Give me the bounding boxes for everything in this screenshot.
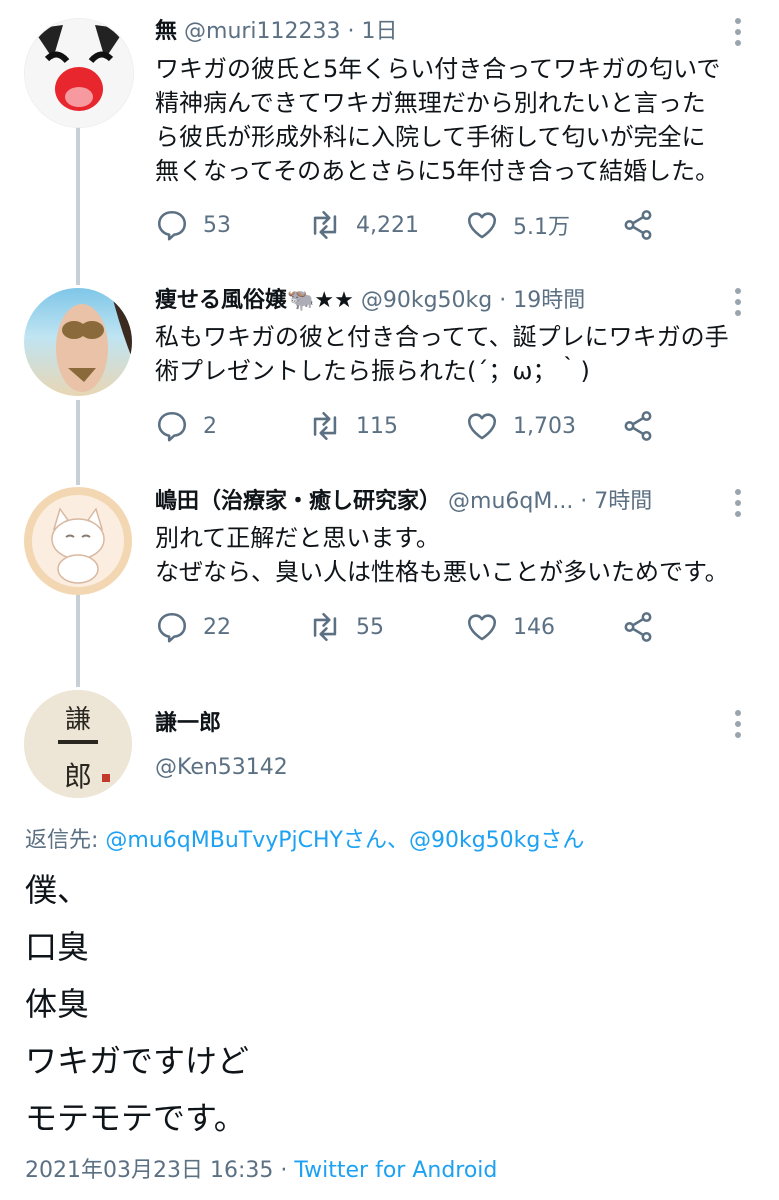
tweet-text-line: 私もワキガの彼と付き合ってて、誕プレにワキガの手	[155, 323, 729, 351]
share-button[interactable]	[621, 205, 655, 245]
tweet-header: 嶋田（治療家・癒し研究家） @mu6qM... · 7時間	[155, 487, 652, 517]
client-link[interactable]: Twitter for Android	[294, 1158, 497, 1183]
like-icon	[467, 413, 497, 440]
tweet-time[interactable]: 19時間	[513, 288, 585, 313]
retweet-count: 115	[356, 413, 398, 439]
tweet-actions: 53 4,221 5.1万	[155, 205, 675, 245]
share-button[interactable]	[621, 607, 655, 647]
main-tweet-line: 口臭	[25, 928, 90, 966]
retweet-button[interactable]: 115	[308, 406, 398, 446]
separator: ·	[340, 19, 362, 44]
avatar[interactable]	[24, 288, 132, 396]
reply-button[interactable]: 2	[155, 406, 217, 446]
retweet-icon	[313, 612, 337, 642]
share-icon	[624, 210, 652, 240]
like-count: 1,703	[513, 413, 576, 439]
main-tweet-line: 僕、	[25, 871, 90, 909]
share-icon	[624, 612, 652, 642]
more-icon[interactable]	[733, 710, 743, 743]
like-count: 146	[513, 614, 555, 640]
tweet-text-line: なぜなら、臭い人は性格も悪いことが多いためです。	[155, 558, 729, 586]
tweet-text-line: ら彼氏が形成外科に入院して手術して匂いが完全に	[155, 123, 706, 151]
reply-to-label: 返信先:	[25, 828, 106, 853]
tweet-actions: 22 55 146	[155, 607, 675, 647]
reply-icon	[157, 411, 187, 442]
share-button[interactable]	[621, 406, 655, 446]
like-icon	[467, 212, 497, 239]
separator: ·	[492, 288, 514, 313]
display-name[interactable]: 謙一郎	[155, 705, 221, 737]
reply-button[interactable]: 53	[155, 205, 231, 245]
thread-line	[76, 400, 80, 485]
reply-to: 返信先: @mu6qMBuTvyPjCHYさん、@90kg50kgさん	[25, 822, 584, 854]
user-handle[interactable]: @mu6qM...	[448, 489, 573, 514]
display-name[interactable]: 嶋田（治療家・癒し研究家）	[155, 489, 441, 514]
reply-count: 53	[203, 212, 231, 238]
reply-button[interactable]: 22	[155, 607, 231, 647]
svg-text:郎: 郎	[64, 760, 92, 793]
main-tweet-line: 体臭	[25, 985, 90, 1023]
tweet-text: 私もワキガの彼と付き合ってて、誕プレにワキガの手 術プレゼントしたら振られた(´…	[155, 320, 729, 388]
like-count: 5.1万	[513, 215, 570, 240]
tweet-text: ワキガの彼氏と5年くらい付き合ってワキガの匂いで 精神病んできてワキガ無理だから…	[155, 52, 720, 188]
tweet-time[interactable]: 1日	[362, 19, 398, 44]
retweet-count: 4,221	[356, 212, 419, 238]
avatar[interactable]: 謙 郎	[24, 690, 132, 798]
tweet-text-line: 別れて正解だと思います。	[155, 524, 440, 552]
retweet-icon	[313, 210, 337, 240]
like-button[interactable]: 146	[465, 607, 555, 647]
tweet-text: 別れて正解だと思います。 なぜなら、臭い人は性格も悪いことが多いためです。	[155, 521, 729, 589]
share-icon	[624, 411, 652, 441]
more-icon[interactable]	[733, 18, 743, 51]
more-icon[interactable]	[733, 288, 743, 321]
user-handle[interactable]: @90kg50kg	[361, 288, 492, 313]
main-tweet-line: ワキガですけど	[25, 1042, 250, 1080]
reply-icon	[157, 210, 187, 241]
retweet-button[interactable]: 55	[308, 607, 384, 647]
reply-icon	[157, 612, 187, 643]
tweet-header: 痩せる風俗嬢🐃★★ @90kg50kg · 19時間	[155, 286, 585, 316]
reply-count: 2	[203, 413, 217, 439]
tweet-actions: 2 115 1,703	[155, 406, 675, 446]
main-tweet-line: モテモテです。	[25, 1099, 246, 1137]
tweet-text-line: 無くなってそのあとさらに5年付き合って結婚した。	[155, 157, 720, 185]
tweet-text-line: 術プレゼントしたら振られた(´；ω；｀)	[155, 357, 590, 385]
retweet-icon	[313, 411, 337, 441]
tweet-header: 無 @muri112233 · 1日	[155, 17, 398, 47]
reply-count: 22	[203, 614, 231, 640]
retweet-count: 55	[356, 614, 384, 640]
like-button[interactable]: 1,703	[465, 406, 576, 446]
avatar[interactable]	[24, 18, 134, 128]
user-handle[interactable]: @Ken53142	[155, 755, 288, 780]
user-handle[interactable]: @muri112233	[184, 19, 341, 44]
tweet-text-line: ワキガの彼氏と5年くらい付き合ってワキガの匂いで	[155, 55, 721, 83]
display-name[interactable]: 痩せる風俗嬢🐃★★	[155, 288, 354, 313]
tweet-text-line: 精神病んできてワキガ無理だから別れたいと言った	[155, 89, 706, 117]
avatar[interactable]	[24, 487, 132, 595]
tweet-footer: 2021年03月23日 16:35 · Twitter for Android	[25, 1152, 497, 1184]
reply-to-mentions[interactable]: @mu6qMBuTvyPjCHYさん、@90kg50kgさん	[105, 828, 584, 853]
retweet-button[interactable]: 4,221	[308, 205, 419, 245]
thread-line	[76, 592, 80, 687]
tweet-time[interactable]: 7時間	[594, 489, 652, 514]
display-name[interactable]: 無	[155, 19, 177, 44]
separator: ·	[573, 489, 595, 514]
more-icon[interactable]	[733, 489, 743, 522]
thread-line	[76, 125, 80, 285]
timestamp[interactable]: 2021年03月23日 16:35 ·	[25, 1158, 294, 1183]
like-icon	[467, 614, 497, 641]
svg-text:謙: 謙	[65, 705, 91, 735]
like-button[interactable]: 5.1万	[465, 205, 570, 245]
